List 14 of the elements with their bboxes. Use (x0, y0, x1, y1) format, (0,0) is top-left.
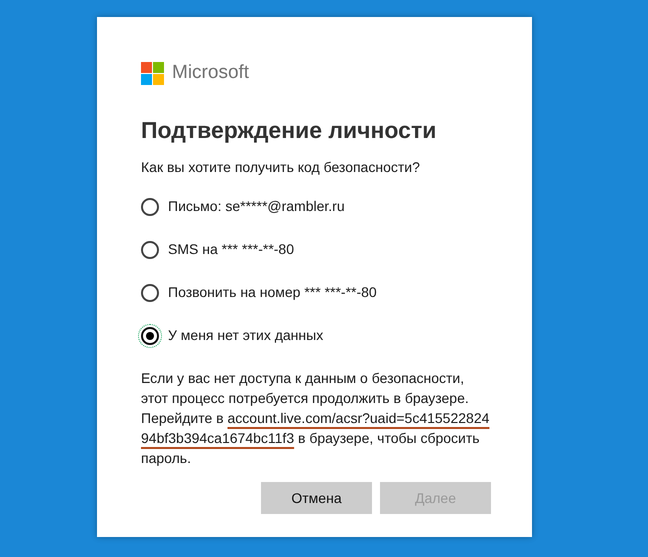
radio-icon[interactable] (141, 198, 159, 216)
radio-icon[interactable] (141, 326, 159, 344)
logo-text: Microsoft (172, 61, 250, 85)
radio-option[interactable]: Позвонить на номер *** ***-**-80 (141, 282, 377, 303)
info-paragraph: Если у вас нет доступа к данным о безопасности, этот процесс потребуется продолжить в браузере. Перейдите в account.live.com/acsr?uaid=5c41552282494bf3b394ca1674bc11f3 в браузере, чтобы сбросить пароль. (141, 369, 490, 468)
radio-icon[interactable] (141, 240, 159, 258)
page-title: Подтверждение личности (141, 116, 438, 145)
radio-option[interactable]: У меня нет этих данных (141, 325, 324, 346)
radio-option[interactable]: SMS на *** ***-**-80 (141, 239, 294, 260)
cancel-button[interactable]: Отмена (261, 482, 372, 514)
logo-icon (141, 62, 164, 85)
radio-option[interactable]: Письмо: se*****@rambler.ru (141, 196, 345, 217)
radio-icon[interactable] (141, 284, 159, 302)
question-text: Как вы хотите получить код безопасности? (141, 158, 421, 177)
